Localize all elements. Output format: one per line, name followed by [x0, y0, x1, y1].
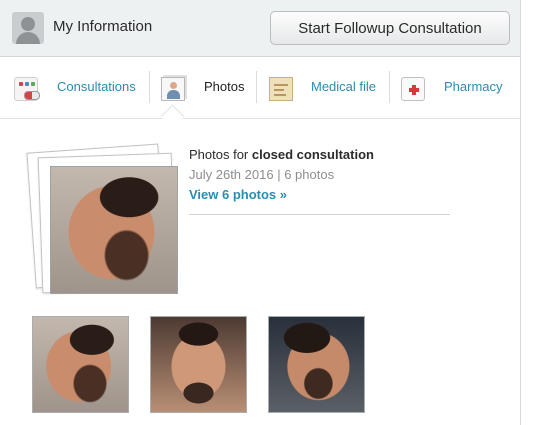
consultation-status: closed consultation	[251, 147, 374, 162]
avatar-body	[16, 32, 40, 44]
cover-photo[interactable]	[50, 166, 178, 294]
pharmacy-icon	[401, 77, 425, 101]
view-photos-link[interactable]: View 6 photos »	[189, 187, 287, 202]
tab-pharmacy-label: Pharmacy	[444, 79, 503, 94]
photo-set-title: Photos for closed consultation	[189, 147, 374, 162]
photo-thumbnail[interactable]	[150, 316, 247, 413]
photo-set-meta: July 26th 2016 | 6 photos	[189, 167, 334, 182]
tab-medical-file-label: Medical file	[311, 79, 377, 94]
avatar-head	[21, 17, 35, 31]
photo-thumbnail[interactable]	[268, 316, 365, 413]
consultations-icon	[14, 77, 40, 101]
avatar	[12, 12, 44, 44]
photos-icon	[161, 77, 185, 101]
tab-medical-file[interactable]: Medical file	[257, 57, 388, 118]
tab-photos-label: Photos	[204, 79, 245, 94]
meta-separator: |	[277, 167, 281, 182]
app-frame: My Information Start Followup Consultati…	[0, 0, 521, 425]
tab-bar: Consultations Photos Medical file Pharma…	[0, 57, 520, 119]
medical-file-icon	[269, 77, 293, 101]
start-followup-consultation-button[interactable]: Start Followup Consultation	[270, 11, 510, 45]
photo-thumbnail[interactable]	[32, 316, 129, 413]
page-header: My Information Start Followup Consultati…	[0, 0, 520, 57]
photo-set-date: July 26th 2016	[189, 167, 274, 182]
divider-line	[189, 214, 450, 215]
tab-pharmacy[interactable]: Pharmacy	[390, 57, 520, 118]
photo-count: 6 photos	[284, 167, 335, 182]
tab-consultations[interactable]: Consultations	[0, 57, 148, 118]
tab-consultations-label: Consultations	[57, 79, 136, 94]
page-title: My Information	[53, 18, 153, 35]
tab-photos[interactable]: Photos	[150, 57, 255, 118]
